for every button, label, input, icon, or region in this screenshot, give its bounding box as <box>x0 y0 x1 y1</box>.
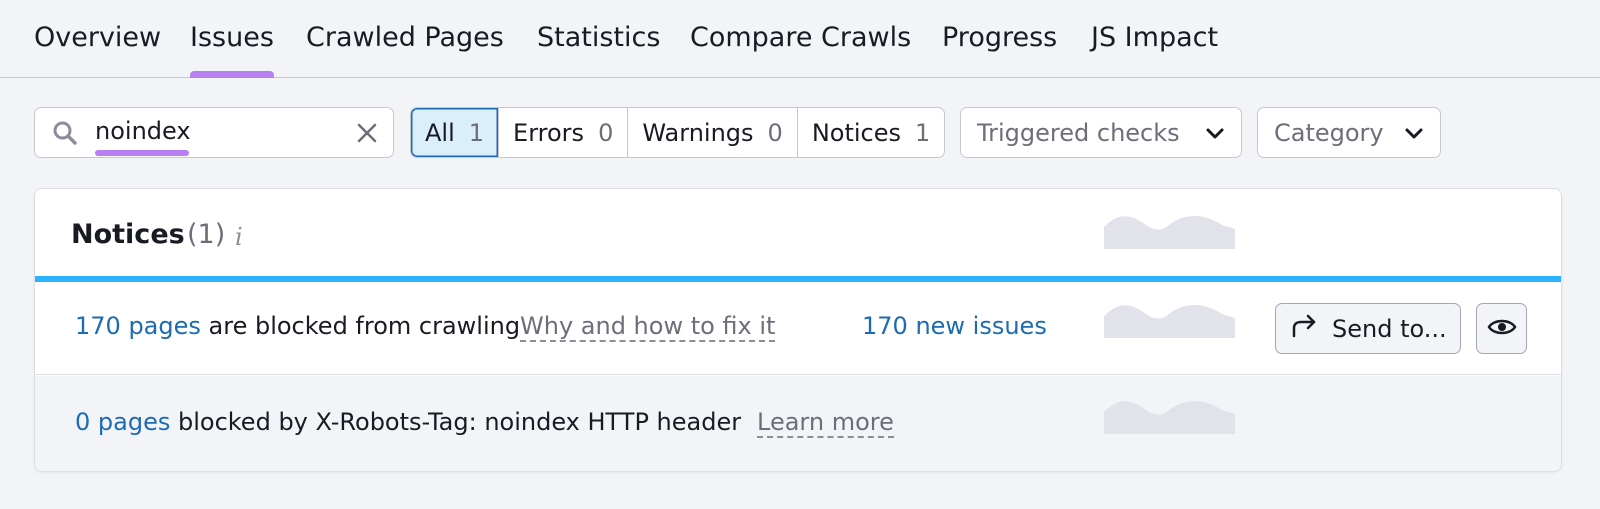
learn-more-link[interactable]: Learn more <box>757 408 894 438</box>
filter-notices-button[interactable]: Notices 1 <box>796 108 944 157</box>
eye-icon <box>1487 317 1517 341</box>
chevron-down-icon <box>1205 119 1225 147</box>
close-icon[interactable] <box>356 122 378 148</box>
tab-js-impact[interactable]: JS Impact <box>1091 22 1218 78</box>
tab-progress[interactable]: Progress <box>942 22 1057 78</box>
send-to-button[interactable]: Send to... <box>1275 303 1461 354</box>
chevron-down-icon <box>1404 119 1424 147</box>
tab-overview[interactable]: Overview <box>34 22 161 78</box>
trend-sparkline <box>1104 401 1235 434</box>
search-highlight-underline <box>95 150 189 156</box>
issue-text: are blocked from crawling <box>208 312 521 340</box>
view-button[interactable] <box>1476 303 1527 354</box>
tab-statistics[interactable]: Statistics <box>537 22 660 78</box>
active-tab-underline <box>190 71 274 78</box>
pages-count-link[interactable]: 170 pages <box>75 312 201 340</box>
triggered-checks-dropdown[interactable]: Triggered checks <box>960 107 1242 158</box>
info-icon[interactable]: i <box>235 223 243 251</box>
filter-all-button[interactable]: All 1 <box>411 108 499 157</box>
filter-errors-button[interactable]: Errors 0 <box>498 108 627 157</box>
search-value: noindex <box>95 117 191 145</box>
filter-warnings-button[interactable]: Warnings 0 <box>627 108 796 157</box>
tab-issues[interactable]: Issues <box>190 22 274 78</box>
why-fix-link[interactable]: Why and how to fix it <box>520 312 776 342</box>
card-count: (1) <box>187 219 226 250</box>
category-dropdown[interactable]: Category <box>1257 107 1441 158</box>
notices-card: Notices (1) i 170 pages are blocked from… <box>34 188 1562 472</box>
tab-compare-crawls[interactable]: Compare Crawls <box>690 22 911 78</box>
tab-crawled-pages[interactable]: Crawled Pages <box>306 22 504 78</box>
issue-type-filter: All 1 Errors 0 Warnings 0 Notices 1 <box>410 107 946 158</box>
trend-sparkline <box>1104 216 1235 249</box>
issue-row: 0 pages blocked by X-Robots-Tag: noindex… <box>35 376 1561 471</box>
share-arrow-icon <box>1290 314 1318 344</box>
search-input[interactable]: noindex <box>34 107 394 158</box>
issue-text: blocked by X-Robots-Tag: noindex HTTP he… <box>177 408 742 436</box>
issue-row: 170 pages are blocked from crawling Why … <box>35 282 1561 375</box>
card-header: Notices (1) i <box>35 189 1561 277</box>
trend-sparkline <box>1104 305 1235 338</box>
pages-count-link[interactable]: 0 pages <box>75 408 170 436</box>
search-icon <box>52 120 78 150</box>
tab-bar: Overview Issues Crawled Pages Statistics… <box>0 0 1600 78</box>
new-issues-link[interactable]: 170 new issues <box>862 312 1047 340</box>
card-title: Notices <box>71 219 185 250</box>
